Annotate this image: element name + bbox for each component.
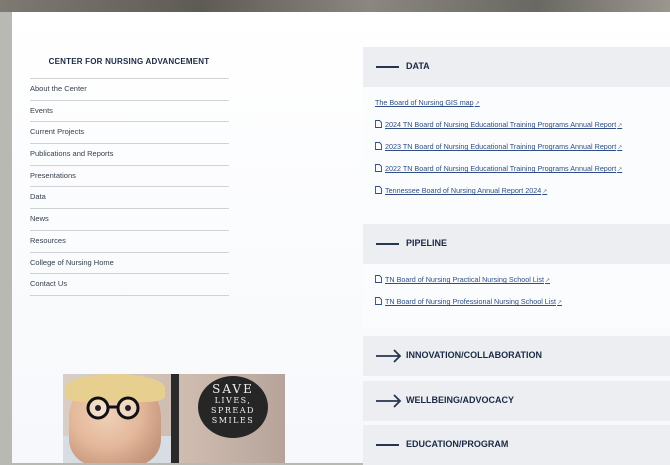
accordion-wellbeing-title: WELLBEING/ADVOCACY: [406, 395, 514, 405]
document-icon: [375, 186, 382, 194]
promo-line-2: LIVES,: [214, 396, 252, 405]
accordion-education-title: EDUCATION/PROGRAM: [406, 439, 509, 449]
accordion-innovation[interactable]: INNOVATION/COLLABORATION: [363, 336, 670, 376]
promo-line-4: SMILES: [211, 416, 255, 425]
nav-item-events[interactable]: Events: [30, 101, 229, 123]
nav-item-contact[interactable]: Contact Us: [30, 274, 229, 296]
accordion-wellbeing[interactable]: WELLBEING/ADVOCACY: [363, 381, 670, 421]
link-gis-map[interactable]: The Board of Nursing GIS map↗: [375, 98, 480, 107]
nav-item-presentations[interactable]: Presentations: [30, 166, 229, 188]
accordion-pipeline-header[interactable]: PIPELINE: [363, 224, 670, 264]
dash-icon: [376, 66, 399, 68]
external-link-icon: ↗: [542, 189, 548, 195]
accordion-data-header[interactable]: DATA: [363, 47, 670, 87]
external-link-icon: ↗: [474, 101, 480, 107]
promo-line-1: SAVE: [212, 382, 254, 396]
document-icon: [375, 164, 382, 172]
sidebar-nav: About the Center Events Current Projects…: [30, 78, 229, 296]
accordion-data: DATA The Board of Nursing GIS map↗ 2024 …: [363, 47, 670, 217]
nav-title: CENTER FOR NURSING ADVANCEMENT: [48, 57, 210, 66]
external-link-icon: ↗: [617, 123, 623, 129]
link-2023-report-label: 2023 TN Board of Nursing Educational Tra…: [385, 142, 617, 151]
nav-item-news[interactable]: News: [30, 209, 229, 231]
external-link-icon: ↗: [617, 145, 623, 151]
nav-item-data[interactable]: Data: [30, 187, 229, 210]
nav-item-about[interactable]: About the Center: [30, 79, 229, 101]
document-icon: [375, 297, 382, 305]
glasses-icon: [86, 396, 140, 420]
document-icon: [375, 120, 382, 128]
accordion-education: EDUCATION/PROGRAM: [363, 425, 670, 465]
nav-item-college-home[interactable]: College of Nursing Home: [30, 253, 229, 275]
document-icon: [375, 275, 382, 283]
accordion-data-title: DATA: [406, 61, 430, 71]
promo-divider: [171, 374, 179, 463]
accordion-pipeline-body: TN Board of Nursing Practical Nursing Sc…: [363, 264, 670, 328]
nav-item-current-projects[interactable]: Current Projects: [30, 122, 229, 145]
link-annual-report-2024-label: Tennessee Board of Nursing Annual Report…: [385, 186, 542, 195]
external-link-icon: ↗: [545, 278, 551, 284]
link-2024-report-label: 2024 TN Board of Nursing Educational Tra…: [385, 120, 617, 129]
link-2023-report[interactable]: 2023 TN Board of Nursing Educational Tra…: [375, 142, 622, 151]
accordion-innovation-header[interactable]: INNOVATION/COLLABORATION: [363, 336, 670, 376]
nav-item-resources[interactable]: Resources: [30, 231, 229, 253]
dash-icon: [376, 243, 399, 245]
link-practical-school-list[interactable]: TN Board of Nursing Practical Nursing Sc…: [375, 275, 550, 284]
arrow-right-icon: [376, 394, 402, 408]
dash-icon: [376, 444, 399, 446]
link-professional-school-list-label: TN Board of Nursing Professional Nursing…: [385, 297, 556, 306]
nav-item-publications[interactable]: Publications and Reports: [30, 144, 229, 166]
link-practical-school-list-label: TN Board of Nursing Practical Nursing Sc…: [385, 275, 544, 284]
link-annual-report-2024[interactable]: Tennessee Board of Nursing Annual Report…: [375, 186, 547, 195]
link-2024-report[interactable]: 2024 TN Board of Nursing Educational Tra…: [375, 120, 622, 129]
arrow-right-icon: [376, 349, 402, 363]
accordion-pipeline-title: PIPELINE: [406, 238, 448, 248]
accordion-education-header[interactable]: EDUCATION/PROGRAM: [363, 425, 670, 465]
link-gis-map-label: The Board of Nursing GIS map: [375, 98, 474, 107]
header-photo-strip: [0, 0, 670, 12]
link-2022-report-label: 2022 TN Board of Nursing Educational Tra…: [385, 164, 617, 173]
accordion-pipeline: PIPELINE TN Board of Nursing Practical N…: [363, 224, 670, 328]
promo-line-3: SPREAD: [211, 406, 255, 415]
promo-image[interactable]: SAVE LIVES, SPREAD SMILES: [63, 374, 285, 463]
external-link-icon: ↗: [617, 167, 623, 173]
link-professional-school-list[interactable]: TN Board of Nursing Professional Nursing…: [375, 297, 562, 306]
accordion-data-body: The Board of Nursing GIS map↗ 2024 TN Bo…: [363, 87, 670, 217]
document-icon: [375, 142, 382, 150]
link-2022-report[interactable]: 2022 TN Board of Nursing Educational Tra…: [375, 164, 622, 173]
external-link-icon: ↗: [556, 300, 563, 306]
accordion-wellbeing-header[interactable]: WELLBEING/ADVOCACY: [363, 381, 670, 421]
accordion-innovation-title: INNOVATION/COLLABORATION: [406, 350, 542, 360]
promo-badge: SAVE LIVES, SPREAD SMILES: [198, 376, 268, 438]
